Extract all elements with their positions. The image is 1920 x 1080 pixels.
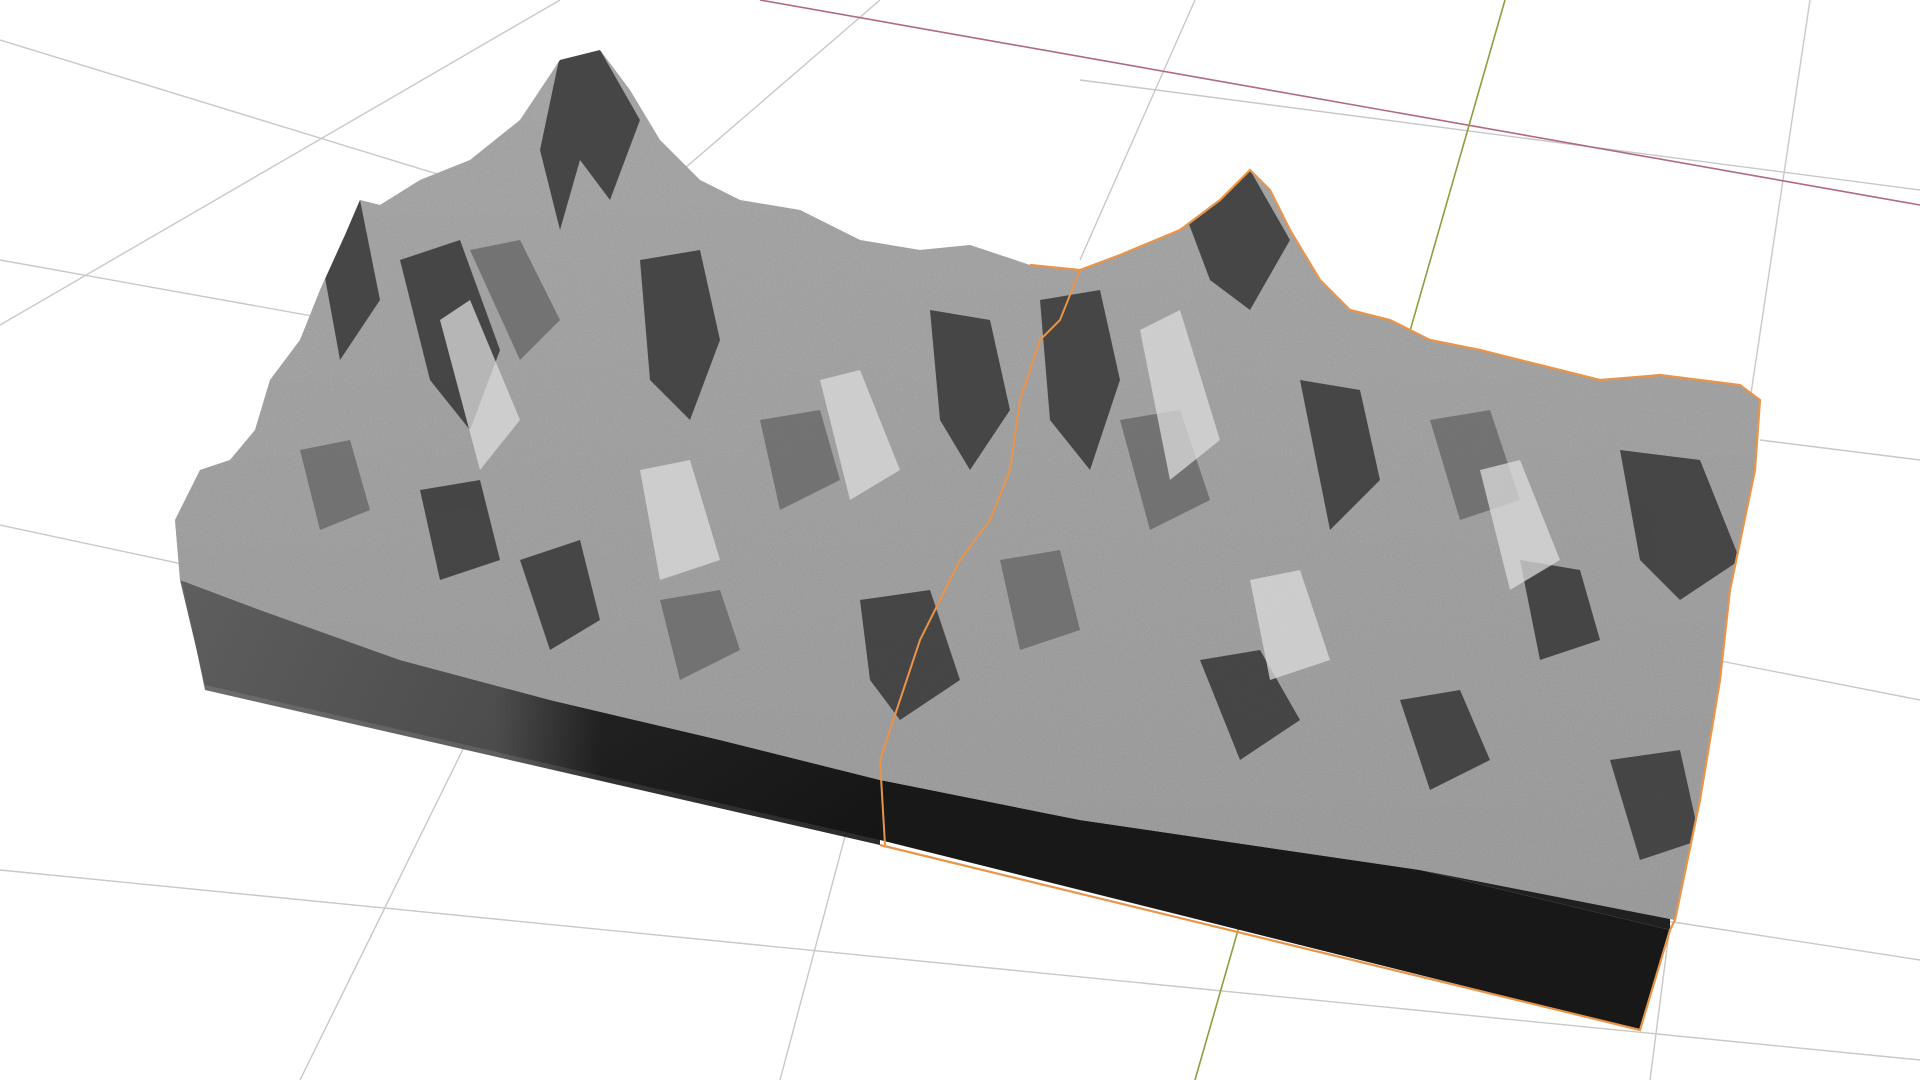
grid-line — [1759, 439, 1920, 461]
grid-line — [1689, 654, 1920, 701]
grid-line — [1079, 79, 1920, 191]
grid-line — [1749, 0, 1811, 401]
grid-line — [1659, 919, 1920, 961]
3d-viewport[interactable] — [0, 0, 1920, 1080]
grid-line — [1079, 0, 1196, 261]
viewport-canvas[interactable] — [0, 0, 1920, 1080]
x-axis-line — [759, 0, 1920, 206]
grid-line — [299, 734, 471, 1080]
